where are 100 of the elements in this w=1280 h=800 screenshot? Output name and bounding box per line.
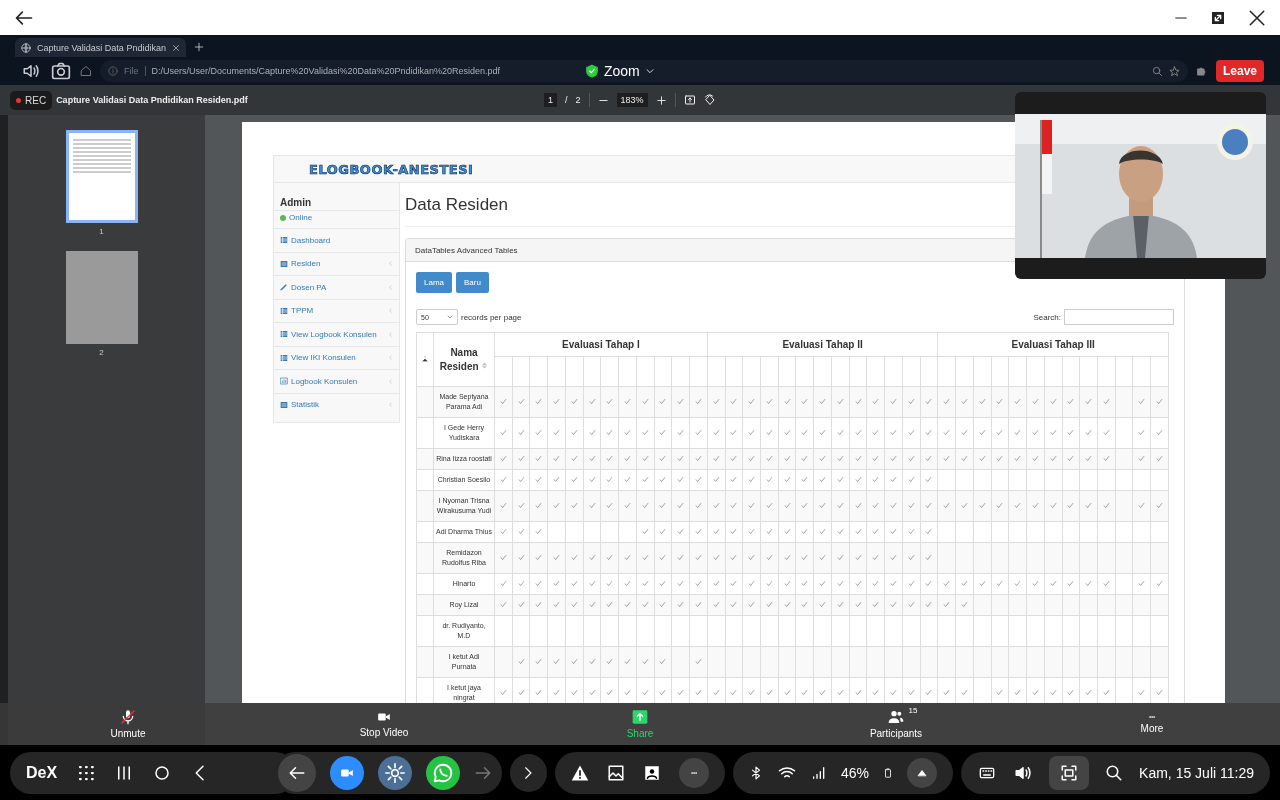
- check-icon: [730, 429, 738, 436]
- check-icon: [978, 455, 986, 462]
- expand-icon[interactable]: [1210, 9, 1226, 26]
- sidebar-item[interactable]: Logbook Konsulen: [274, 369, 399, 393]
- check-icon: [783, 476, 791, 483]
- check-icon: [890, 429, 897, 436]
- check-icon: [748, 429, 756, 436]
- zoom-page-icon[interactable]: [1151, 65, 1163, 77]
- check-icon: [960, 689, 968, 696]
- sidebar-item[interactable]: View IKI Konsulen: [274, 345, 399, 369]
- check-icon: [659, 689, 667, 696]
- check-icon: [1049, 398, 1057, 405]
- sidebar-item[interactable]: Residen: [274, 251, 399, 275]
- check-icon: [978, 580, 986, 587]
- check-icon: [535, 398, 543, 405]
- check-icon: [890, 554, 897, 561]
- star-icon[interactable]: [1168, 65, 1180, 77]
- close-tab-icon[interactable]: [171, 43, 180, 52]
- participant-count: 15: [908, 706, 918, 715]
- search-label: Search:: [1033, 312, 1061, 322]
- check-icon: [1067, 502, 1075, 509]
- browser-tab[interactable]: Capture Validasi Data Pndidikan: [15, 38, 186, 57]
- check-icon: [890, 502, 897, 509]
- check-icon: [890, 398, 897, 405]
- sidebar-item[interactable]: Dosen PA: [274, 275, 399, 299]
- check-icon: [996, 689, 1004, 696]
- user-status: Online: [289, 213, 313, 222]
- sidebar-item[interactable]: TPPM: [274, 298, 399, 322]
- page-thumbnail[interactable]: [65, 130, 138, 223]
- meeting-control[interactable]: Share: [512, 703, 768, 745]
- check-icon: [517, 658, 525, 665]
- check-icon: [801, 689, 809, 696]
- sort-icon[interactable]: [422, 355, 428, 363]
- check-icon: [854, 601, 862, 608]
- check-icon: [570, 455, 578, 462]
- check-icon: [801, 601, 809, 608]
- address-field[interactable]: D:/Users/User/Documents/Capture%20Validasi%20Data%20Pndidikan%20Residen.pdf: [151, 66, 501, 76]
- check-icon: [1067, 398, 1075, 405]
- sidebar-item[interactable]: Statistik: [274, 392, 399, 416]
- home-button-icon[interactable]: [153, 763, 172, 782]
- check-icon: [943, 502, 951, 509]
- check-icon: [1014, 580, 1022, 587]
- search-field[interactable]: [1064, 309, 1174, 325]
- check-icon: [765, 398, 773, 405]
- check-icon: [783, 455, 791, 462]
- check-icon: [1138, 455, 1146, 462]
- fit-page-icon[interactable]: [683, 94, 696, 106]
- shield-check-icon: [585, 64, 599, 78]
- filter-button[interactable]: Lama: [416, 272, 452, 293]
- screenshot-icon[interactable]: [1059, 763, 1080, 782]
- check-icon: [624, 601, 631, 608]
- chevron-left-icon: [388, 283, 393, 291]
- list-icon: [280, 400, 288, 409]
- check-icon: [801, 455, 809, 462]
- pen-icon: [280, 283, 288, 292]
- check-icon: [641, 689, 649, 696]
- dex-button[interactable]: DeX: [26, 763, 58, 782]
- page-number-field[interactable]: 1: [544, 93, 557, 107]
- check-icon: [872, 455, 880, 462]
- check-icon: [677, 429, 685, 436]
- check-icon: [801, 502, 809, 509]
- check-icon: [978, 429, 986, 436]
- check-icon: [943, 455, 951, 462]
- meeting-control[interactable]: Unmute: [0, 703, 256, 745]
- thumbnail-label: 2: [99, 348, 104, 357]
- check-icon: [499, 689, 507, 696]
- check-icon: [570, 601, 578, 608]
- home-icon[interactable]: [80, 65, 92, 77]
- zoom-in-icon[interactable]: [655, 94, 667, 106]
- clock: Kam, 15 Juli 11:29: [1139, 764, 1254, 781]
- meeting-control[interactable]: More: [1024, 703, 1280, 745]
- check-icon: [1067, 429, 1075, 436]
- check-icon: [694, 476, 702, 483]
- zoom-menu[interactable]: Zoom: [585, 63, 655, 79]
- check-icon: [624, 398, 631, 405]
- leave-button[interactable]: Leave: [1215, 60, 1264, 82]
- sidebar-item[interactable]: Dashboard: [274, 228, 399, 252]
- check-icon: [978, 398, 986, 405]
- meeting-control[interactable]: Stop Video: [256, 703, 512, 745]
- close-icon[interactable]: [1248, 8, 1266, 27]
- check-icon: [907, 476, 915, 483]
- search-icon[interactable]: [1105, 763, 1124, 782]
- new-tab-icon[interactable]: [193, 42, 204, 52]
- check-icon: [872, 528, 880, 535]
- check-icon: [553, 502, 561, 509]
- check-icon: [765, 502, 773, 509]
- check-icon: [535, 528, 543, 535]
- check-icon: [748, 398, 756, 405]
- check-icon: [836, 554, 844, 561]
- check-icon: [925, 502, 933, 509]
- apps-grid-icon[interactable]: [77, 763, 96, 782]
- check-icon: [499, 398, 507, 405]
- zoom-level-field[interactable]: 183%: [616, 93, 648, 107]
- meeting-control[interactable]: 15 Participants: [768, 703, 1024, 745]
- sidebar-item[interactable]: View Logbook Konsulen: [274, 322, 399, 346]
- page-thumbnail[interactable]: [65, 251, 138, 344]
- column-header[interactable]: Nama Residen: [433, 332, 495, 387]
- check-icon: [588, 658, 596, 665]
- filter-button[interactable]: Baru: [456, 272, 489, 293]
- site-logo[interactable]: ELOGBOOK-ANESTESI: [309, 161, 474, 177]
